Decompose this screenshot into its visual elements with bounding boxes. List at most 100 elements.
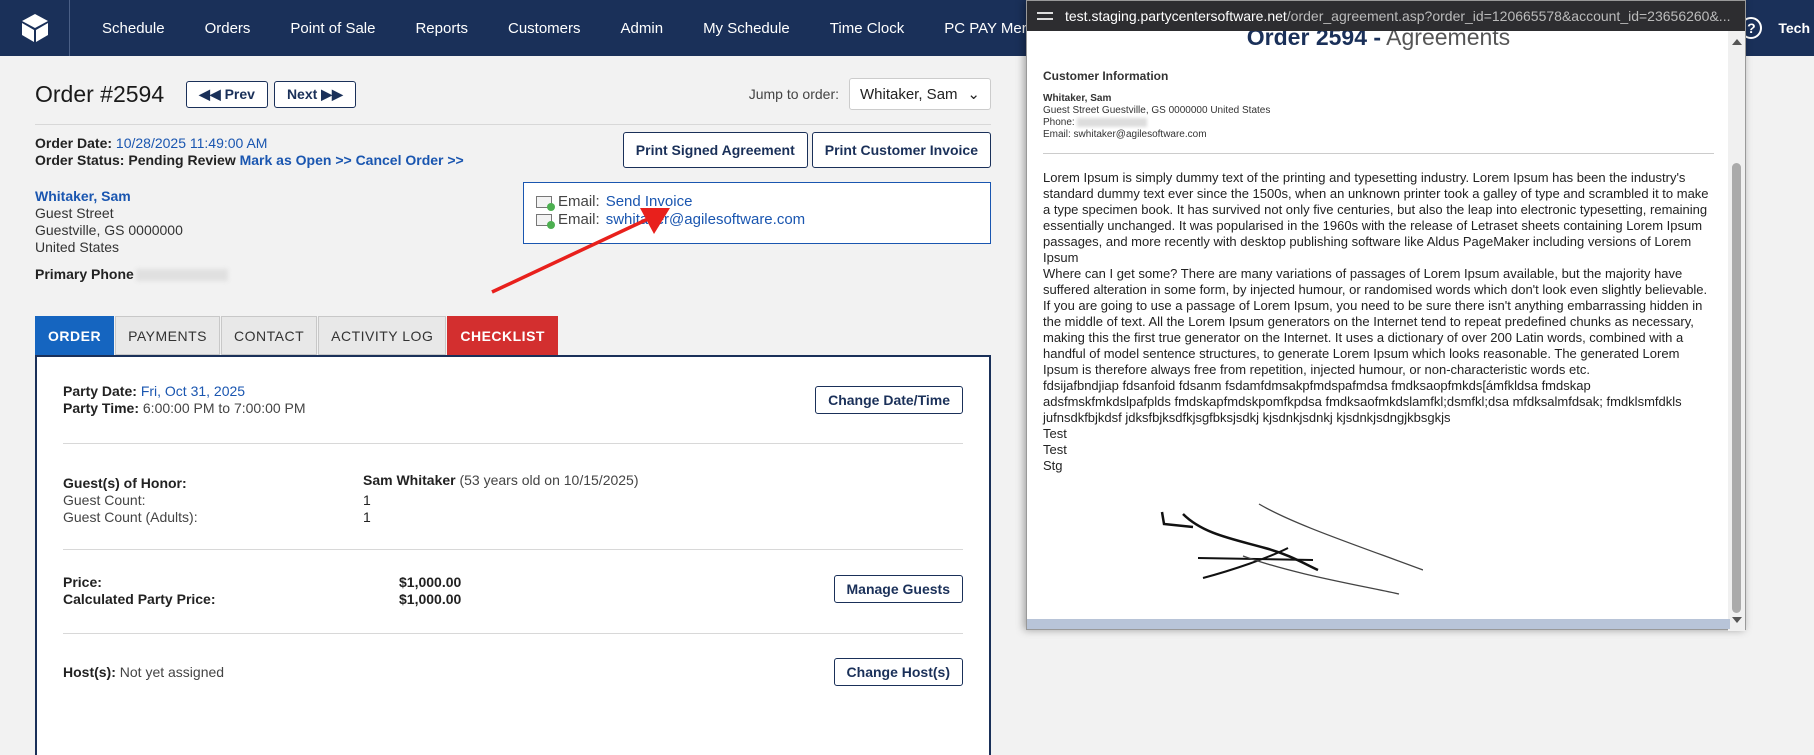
order-main: Order #2594 ◀◀ Prev Next ▶▶ Jump to orde… [35, 56, 991, 755]
price-label: Price: [63, 574, 102, 590]
party-time-label: Party Time: [63, 400, 139, 416]
guest-count-label: Guest Count: [63, 492, 146, 508]
signature-image [1160, 503, 1424, 595]
print-buttons: Print Signed Agreement Print Customer In… [622, 132, 991, 168]
nav-customers[interactable]: Customers [488, 20, 601, 37]
tab-contact[interactable]: CONTACT [221, 316, 318, 355]
order-date-label: Order Date: [35, 135, 113, 151]
prev-button[interactable]: ◀◀ Prev [186, 80, 268, 108]
party-date-label: Party Date: [63, 383, 137, 399]
guests-section: Guest(s) of Honor: Sam Whitaker (53 years… [63, 444, 963, 550]
email-send-icon [536, 196, 555, 211]
next-button[interactable]: Next ▶▶ [273, 80, 356, 108]
nav-reports[interactable]: Reports [395, 20, 488, 37]
user-menu[interactable]: Tech [1778, 20, 1810, 36]
doc-customer-email: Email: swhitaker@agilesoftware.com [1043, 129, 1207, 140]
doc-divider [1043, 153, 1714, 154]
tab-payments[interactable]: PAYMENTS [115, 316, 220, 355]
nav-my-schedule[interactable]: My Schedule [683, 20, 810, 37]
party-datetime-section: Party Date: Fri, Oct 31, 2025 Party Time… [63, 357, 963, 444]
price-value: $1,000.00 [399, 574, 462, 590]
scroll-down-icon[interactable] [1732, 617, 1742, 623]
url-host: test.staging.partycentersoftware.net [1065, 8, 1287, 24]
agreement-paragraph: Test [1043, 442, 1067, 457]
send-invoice-link[interactable]: Send Invoice [606, 193, 693, 211]
scroll-thumb[interactable] [1732, 163, 1741, 613]
honor-name: Sam Whitaker [363, 472, 456, 488]
doc-title-rest: Agreements [1386, 31, 1511, 50]
email-label: Email: [558, 193, 600, 210]
nav-schedule[interactable]: Schedule [70, 20, 185, 37]
agreement-paragraph: Where can I get some? There are many var… [1043, 266, 1708, 377]
doc-phone-redacted [1077, 117, 1148, 127]
popup-scrollbar[interactable] [1728, 31, 1745, 631]
calc-price-value: $1,000.00 [399, 591, 462, 607]
page-title: Order #2594 [35, 80, 165, 107]
email-box: Email: Send Invoice Email: swhitaker@agi… [523, 182, 991, 244]
customer-name-link[interactable]: Whitaker, Sam [35, 188, 131, 204]
change-datetime-button[interactable]: Change Date/Time [815, 386, 963, 414]
nav-point-of-sale[interactable]: Point of Sale [270, 20, 395, 37]
agreement-paragraph: Lorem Ipsum is simply dummy text of the … [1043, 170, 1709, 265]
customer-info: Whitaker, Sam Guest Street Guestville, G… [1043, 93, 1714, 141]
doc-customer-phone-label: Phone: [1043, 117, 1075, 128]
double-right-icon: ▶▶ [321, 85, 343, 102]
mark-open-link[interactable]: Mark as Open >> [240, 152, 352, 168]
manage-guests-button[interactable]: Manage Guests [833, 575, 963, 603]
nav-admin[interactable]: Admin [601, 20, 684, 37]
chevron-down-icon: ⌄ [967, 86, 980, 103]
jump-select-value: Whitaker, Sam [860, 85, 958, 103]
agreement-paragraph: Test [1043, 426, 1067, 441]
next-label: Next [286, 85, 318, 102]
guest-adults-label: Guest Count (Adults): [63, 509, 198, 525]
double-left-icon: ◀◀ [199, 85, 221, 102]
doc-customer-name: Whitaker, Sam [1043, 93, 1112, 104]
order-tabs: ORDER PAYMENTS CONTACT ACTIVITY LOG CHEC… [35, 316, 559, 355]
url-path: /order_agreement.asp?order_id=120665578&… [1286, 8, 1731, 24]
email-label: Email: [558, 211, 600, 228]
primary-phone: Primary Phone [35, 266, 991, 282]
site-settings-icon[interactable] [1037, 10, 1053, 22]
tab-order[interactable]: ORDER [35, 316, 115, 355]
order-panel: Party Date: Fri, Oct 31, 2025 Party Time… [35, 355, 991, 755]
calc-price-label: Calculated Party Price: [63, 591, 216, 607]
scroll-up-icon[interactable] [1732, 39, 1742, 45]
prev-label: Prev [224, 85, 255, 102]
print-signed-agreement-button[interactable]: Print Signed Agreement [622, 132, 808, 168]
nav-right: ? Tech [1740, 0, 1814, 56]
email-send-icon [536, 214, 555, 229]
document-title: Order 2594 - Agreements [1043, 31, 1714, 51]
divider [35, 124, 991, 125]
email-row-address: Email: swhitaker@agilesoftware.com [536, 211, 978, 229]
tab-checklist[interactable]: CHECKLIST [447, 316, 558, 355]
customer-email-link[interactable]: swhitaker@agilesoftware.com [606, 211, 805, 229]
hosts-value: Not yet assigned [119, 664, 225, 680]
honor-label: Guest(s) of Honor: [63, 475, 187, 491]
agreement-text: Lorem Ipsum is simply dummy text of the … [1043, 170, 1714, 474]
nav-time-clock[interactable]: Time Clock [810, 20, 924, 37]
jump-label: Jump to order: [748, 86, 839, 102]
email-row-invoice: Email: Send Invoice [536, 193, 978, 211]
cube-icon [21, 14, 48, 42]
agreement-paragraph: Stg [1043, 458, 1063, 473]
jump-to-order: Jump to order: Whitaker, Sam ⌄ [749, 78, 991, 110]
popup-url-bar[interactable]: test.staging.partycentersoftware.net/ord… [1027, 1, 1745, 31]
order-date-value: 10/28/2025 11:49:00 AM [115, 135, 268, 151]
hosts-section: Host(s): Not yet assigned Change Host(s) [63, 634, 963, 686]
cancel-order-link[interactable]: Cancel Order >> [356, 152, 464, 168]
change-hosts-button[interactable]: Change Host(s) [833, 658, 963, 686]
customer-info-heading: Customer Information [1043, 69, 1169, 83]
honor-age: (53 years old on 10/15/2025) [459, 472, 639, 488]
print-customer-invoice-button[interactable]: Print Customer Invoice [811, 132, 991, 168]
tab-activity-log[interactable]: ACTIVITY LOG [318, 316, 447, 355]
app-logo[interactable] [0, 0, 70, 56]
phone-redacted [135, 269, 228, 282]
party-date-link[interactable]: Fri, Oct 31, 2025 [141, 383, 245, 399]
hosts-label: Host(s): [63, 664, 116, 680]
order-status: Order Status: Pending Review [35, 152, 236, 168]
jump-select[interactable]: Whitaker, Sam ⌄ [849, 78, 991, 110]
guest-count-value: 1 [363, 492, 371, 508]
agreement-document: Order 2594 - Agreements Customer Informa… [1027, 31, 1730, 621]
primary-phone-label: Primary Phone [35, 266, 134, 282]
nav-orders[interactable]: Orders [185, 20, 271, 37]
